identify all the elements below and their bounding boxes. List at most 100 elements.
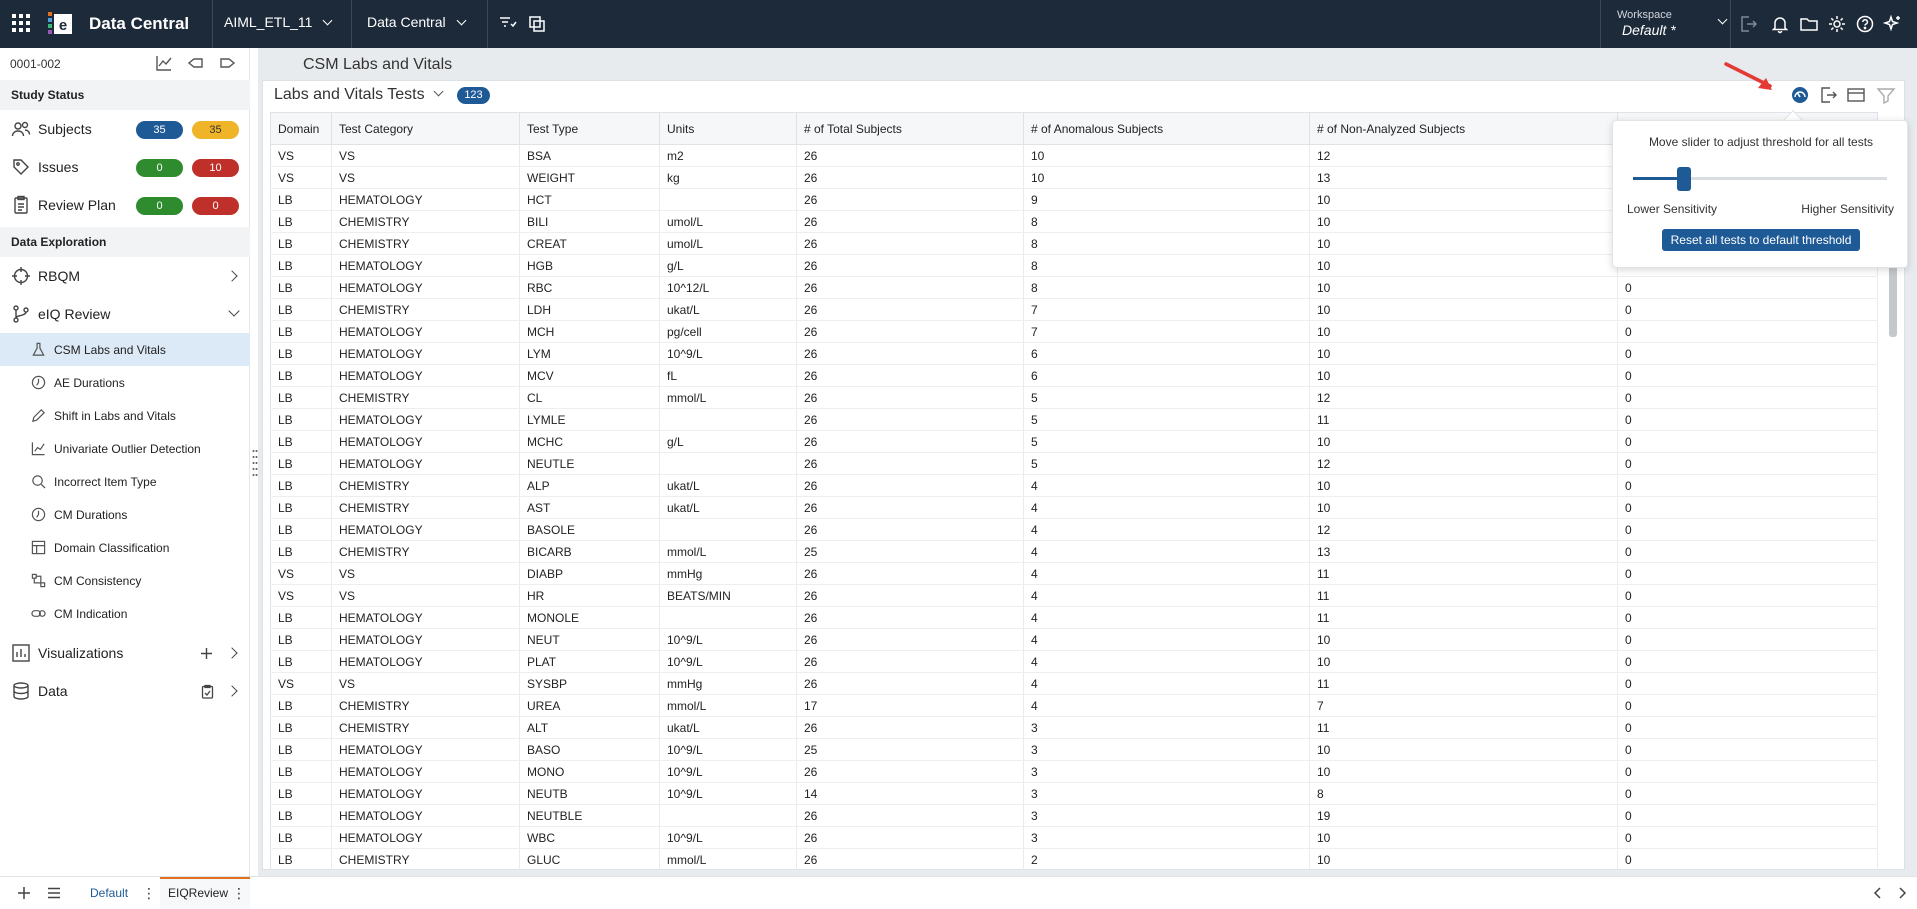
folder-icon[interactable] [1799, 14, 1819, 34]
table-row[interactable]: LB HEMATOLOGY NEUTBLE 26 3 19 0 [270, 804, 1878, 827]
more-vertical-icon[interactable]: ⋮ [142, 877, 156, 909]
sidebar-item-visualizations[interactable]: Visualizations [0, 636, 250, 670]
review-plan-critical-badge[interactable]: 0 [192, 197, 239, 215]
table-row[interactable]: VS VS HR BEATS/MIN 26 4 11 0 [270, 584, 1878, 607]
sidebar-item-incorrect-item-type[interactable]: Incorrect Item Type [0, 465, 250, 498]
sidebar-item-univariate-outlier[interactable]: Univariate Outlier Detection [0, 432, 250, 465]
module-dropdown[interactable]: Data Central [367, 14, 467, 30]
column-header[interactable]: Domain [270, 112, 332, 145]
sidebar-item-cm-indication[interactable]: CM Indication [0, 597, 250, 630]
workspace-name: Default [1622, 22, 1667, 38]
plus-icon[interactable] [200, 647, 213, 660]
app-grid-icon[interactable] [12, 14, 30, 32]
table-row[interactable]: LB HEMATOLOGY NEUTLE 26 5 12 0 [270, 452, 1878, 475]
gear-icon[interactable] [1827, 14, 1847, 34]
reset-threshold-button[interactable]: Reset all tests to default threshold [1662, 229, 1860, 251]
sidebar-item-data[interactable]: Data [0, 674, 250, 708]
sidebar-item-ae-durations[interactable]: AE Durations [0, 366, 250, 399]
table-row[interactable]: VS VS DIABP mmHg 26 4 11 0 [270, 562, 1878, 585]
filter-list-icon[interactable] [498, 14, 518, 34]
table-row[interactable]: LB HEMATOLOGY PLAT 10^9/L 26 4 10 0 [270, 650, 1878, 673]
table-row[interactable]: LB HEMATOLOGY NEUT 10^9/L 26 4 10 0 [270, 628, 1878, 651]
card-title[interactable]: Labs and Vitals Tests [274, 86, 425, 104]
table-cell: 26 [796, 188, 1024, 211]
chart-line-icon[interactable] [155, 54, 173, 72]
column-header[interactable]: Test Type [519, 112, 660, 145]
table-cell: 12 [1309, 518, 1618, 541]
sidebar-item-rbqm[interactable]: RBQM [0, 259, 250, 293]
threshold-gauge-icon[interactable] [1790, 85, 1810, 105]
sidebar-item-eiq-review[interactable]: eIQ Review [0, 297, 250, 331]
column-header[interactable]: # of Anomalous Subjects [1023, 112, 1310, 145]
table-row[interactable]: LB HEMATOLOGY NEUTB 10^9/L 14 3 8 0 [270, 782, 1878, 805]
table-row[interactable]: LB HEMATOLOGY MONOLE 26 4 11 0 [270, 606, 1878, 629]
columns-icon[interactable] [1846, 85, 1866, 105]
copy-icon[interactable] [527, 14, 547, 34]
menu-icon[interactable] [47, 886, 61, 900]
subjects-flag-badge[interactable]: 35 [192, 121, 239, 139]
issues-open-badge[interactable]: 0 [136, 159, 183, 177]
column-header[interactable]: # of Total Subjects [796, 112, 1024, 145]
sidebar-item-issues[interactable]: Issues 0 10 [0, 150, 250, 184]
tab-eiqreview[interactable]: EIQReview ⋮ [160, 877, 250, 909]
table-cell: ukat/L [659, 496, 797, 519]
bell-icon[interactable] [1770, 14, 1790, 34]
slider-thumb[interactable] [1676, 167, 1691, 191]
table-row[interactable]: LB HEMATOLOGY MCV fL 26 6 10 0 [270, 364, 1878, 387]
table-row[interactable]: LB HEMATOLOGY MCH pg/cell 26 7 10 0 [270, 320, 1878, 343]
table-cell: 26 [796, 496, 1024, 519]
table-row[interactable]: LB HEMATOLOGY WBC 10^9/L 26 3 10 0 [270, 826, 1878, 849]
sidebar-item-subjects[interactable]: Subjects 35 35 [0, 112, 250, 146]
vertical-scrollbar[interactable] [1889, 265, 1897, 337]
filter-icon[interactable] [1876, 85, 1896, 105]
table-row[interactable]: LB CHEMISTRY LDH ukat/L 26 7 10 0 [270, 298, 1878, 321]
sidebar-item-label: eIQ Review [38, 306, 111, 322]
review-plan-open-badge[interactable]: 0 [136, 197, 183, 215]
table-row[interactable]: LB CHEMISTRY BICARB mmol/L 25 4 13 0 [270, 540, 1878, 563]
table-row[interactable]: LB HEMATOLOGY MCHC g/L 26 5 10 0 [270, 430, 1878, 453]
table-row[interactable]: VS VS SYSBP mmHg 26 4 11 0 [270, 672, 1878, 695]
subjects-count-badge[interactable]: 35 [136, 121, 183, 139]
table-row[interactable]: LB CHEMISTRY GLUC mmol/L 26 2 10 0 [270, 848, 1878, 871]
forward-icon[interactable] [218, 54, 236, 72]
table-row[interactable]: LB CHEMISTRY UREA mmol/L 17 4 7 0 [270, 694, 1878, 717]
column-header[interactable]: Test Category [331, 112, 520, 145]
column-header[interactable]: Units [659, 112, 797, 145]
table-row[interactable]: LB HEMATOLOGY BASO 10^9/L 25 3 10 0 [270, 738, 1878, 761]
table-row[interactable]: LB CHEMISTRY AST ukat/L 26 4 10 0 [270, 496, 1878, 519]
issues-critical-badge[interactable]: 10 [192, 159, 239, 177]
sidebar-item-shift-labs[interactable]: Shift in Labs and Vitals [0, 399, 250, 432]
help-icon[interactable] [1855, 14, 1875, 34]
project-dropdown[interactable]: AIML_ETL_11 [224, 14, 333, 30]
workspace-selector[interactable]: Workspace Default * [1600, 0, 1730, 48]
table-row[interactable]: LB HEMATOLOGY BASOLE 26 4 12 0 [270, 518, 1878, 541]
table-row[interactable]: LB HEMATOLOGY RBC 10^12/L 26 8 10 0 [270, 276, 1878, 299]
table-row[interactable]: LB CHEMISTRY ALT ukat/L 26 3 11 0 [270, 716, 1878, 739]
table-cell: 11 [1309, 716, 1618, 739]
export-file-icon[interactable] [1818, 85, 1838, 105]
more-vertical-icon[interactable]: ⋮ [232, 877, 246, 909]
sidebar-item-cm-consistency[interactable]: CM Consistency [0, 564, 250, 597]
table-cell: 10^9/L [659, 628, 797, 651]
plus-icon[interactable] [17, 886, 31, 900]
table-row[interactable]: LB CHEMISTRY ALP ukat/L 26 4 10 0 [270, 474, 1878, 497]
chevron-left-icon[interactable] [1872, 886, 1884, 900]
table-cell: 0 [1617, 518, 1878, 541]
export-icon[interactable] [1738, 14, 1758, 34]
sidebar-item-csm-labs-vitals[interactable]: CSM Labs and Vitals [0, 333, 250, 366]
sparkle-icon[interactable] [1883, 14, 1903, 34]
table-row[interactable]: LB HEMATOLOGY MONO 10^9/L 26 3 10 0 [270, 760, 1878, 783]
table-row[interactable]: LB HEMATOLOGY LYM 10^9/L 26 6 10 0 [270, 342, 1878, 365]
table-row[interactable]: LB CHEMISTRY CL mmol/L 26 5 12 0 [270, 386, 1878, 409]
top-bar: e Data Central AIML_ETL_11 Data Central … [0, 0, 1917, 48]
tab-default[interactable]: Default ⋮ [80, 877, 160, 909]
sidebar-item-domain-classification[interactable]: Domain Classification [0, 531, 250, 564]
clipboard-check-icon[interactable] [201, 684, 214, 699]
table-cell: BILI [519, 210, 660, 233]
table-row[interactable]: LB HEMATOLOGY LYMLE 26 5 11 0 [270, 408, 1878, 431]
column-header[interactable]: # of Non-Analyzed Subjects [1309, 112, 1618, 145]
sidebar-item-cm-durations[interactable]: CM Durations [0, 498, 250, 531]
sidebar-item-review-plan[interactable]: Review Plan 0 0 [0, 188, 250, 222]
chevron-right-icon[interactable] [1896, 886, 1908, 900]
back-icon[interactable] [187, 54, 205, 72]
